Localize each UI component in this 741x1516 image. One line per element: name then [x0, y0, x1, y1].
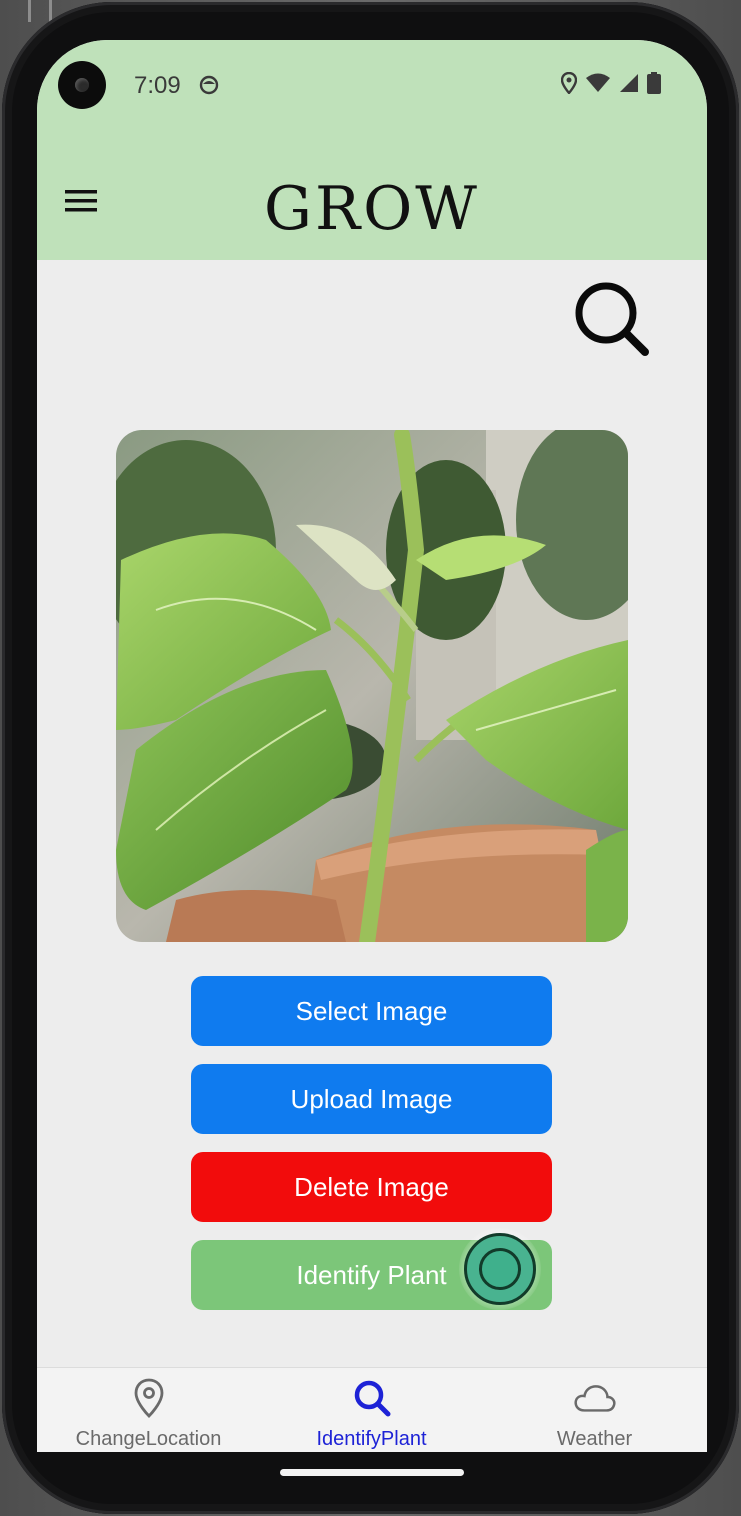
wifi-icon — [586, 73, 610, 92]
home-indicator[interactable] — [280, 1469, 464, 1476]
status-icons — [561, 72, 661, 94]
search-icon[interactable] — [573, 280, 651, 358]
upload-image-button[interactable]: Upload Image — [191, 1064, 552, 1134]
delete-image-button[interactable]: Delete Image — [191, 1152, 552, 1222]
nav-item-changelocation[interactable]: ChangeLocation — [37, 1368, 260, 1452]
touch-indicator — [459, 1228, 541, 1310]
bottom-navigation: ChangeLocation IdentifyPlant Weather — [37, 1367, 707, 1452]
location-icon — [561, 72, 577, 94]
nav-label: IdentifyPlant — [316, 1428, 427, 1450]
app-screen: 7:09 GROW Select Image Upload Image Dele… — [37, 40, 707, 1452]
status-bar: 7:09 — [37, 40, 707, 132]
window-corner-tab — [28, 0, 52, 22]
plant-image — [116, 430, 628, 942]
touch-dot — [479, 1248, 521, 1290]
nav-item-weather[interactable]: Weather — [483, 1368, 706, 1452]
app-title: GROW — [264, 174, 480, 244]
location-pin-icon — [134, 1378, 163, 1418]
nav-label: ChangeLocation — [75, 1428, 222, 1450]
phone-frame: 7:09 GROW Select Image Upload Image Dele… — [2, 2, 739, 1514]
signal-icon — [620, 74, 638, 92]
app-bar: GROW — [37, 132, 707, 260]
select-image-button[interactable]: Select Image — [191, 976, 552, 1046]
nav-label: Weather — [556, 1428, 633, 1450]
battery-icon — [647, 72, 661, 94]
status-time: 7:09 — [134, 72, 181, 99]
nav-item-identifyplant[interactable]: IdentifyPlant — [260, 1368, 483, 1452]
face-icon — [199, 75, 219, 95]
plant-photo — [116, 430, 628, 942]
search-icon — [354, 1380, 390, 1417]
front-camera — [58, 61, 106, 109]
touch-ring — [464, 1233, 536, 1305]
cloud-icon — [573, 1385, 616, 1412]
device-background: 7:09 GROW Select Image Upload Image Dele… — [0, 0, 741, 1516]
